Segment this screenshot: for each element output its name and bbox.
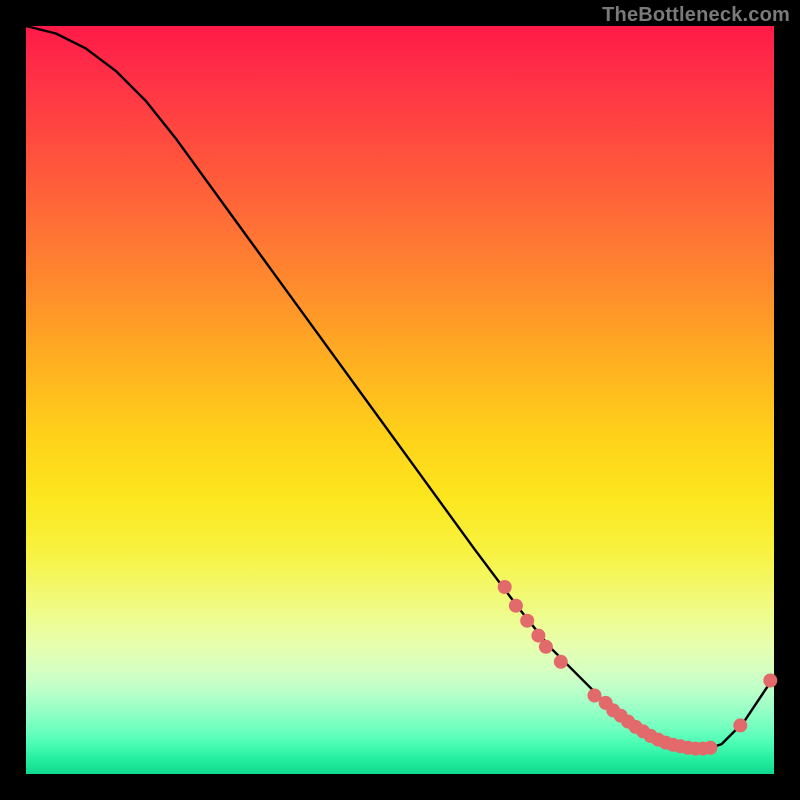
- data-marker: [520, 614, 534, 628]
- watermark-text: TheBottleneck.com: [602, 4, 790, 27]
- data-marker: [498, 580, 512, 594]
- chart-frame: TheBottleneck.com: [0, 0, 800, 800]
- chart-svg: [26, 26, 774, 774]
- data-marker: [509, 599, 523, 613]
- data-marker: [733, 718, 747, 732]
- data-marker: [539, 640, 553, 654]
- marker-layer: [498, 580, 778, 756]
- chart-plot-area: [26, 26, 774, 774]
- data-marker: [554, 655, 568, 669]
- data-marker: [703, 741, 717, 755]
- bottleneck-curve: [26, 26, 774, 752]
- data-marker: [763, 674, 777, 688]
